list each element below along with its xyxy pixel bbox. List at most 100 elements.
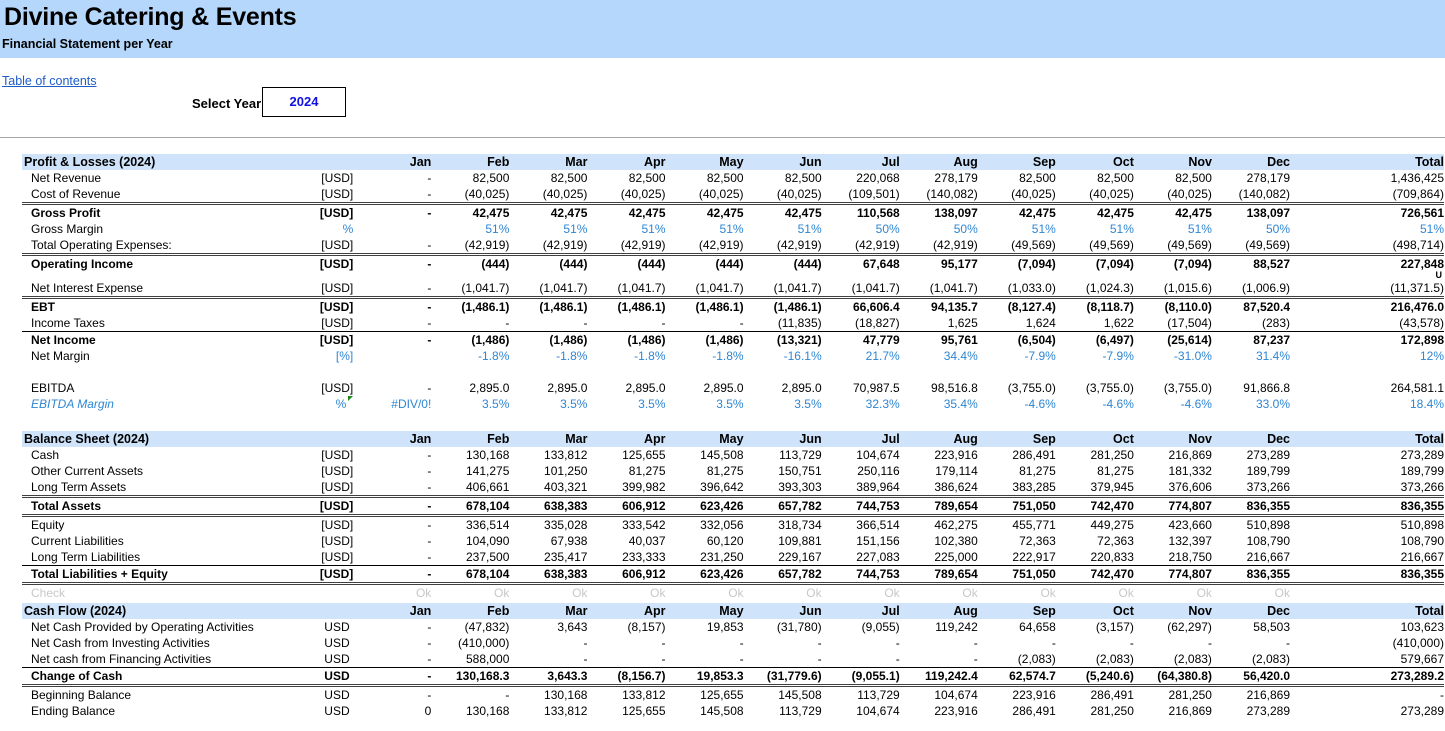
cell-value[interactable]: Ok — [1133, 582, 1212, 601]
cell-value[interactable]: 51% — [1134, 221, 1212, 237]
cell-value[interactable]: 67,938 — [509, 533, 588, 549]
cell-value[interactable]: 789,654 — [899, 565, 978, 584]
cell-value[interactable]: - — [353, 635, 431, 651]
cell-value[interactable]: 50% — [822, 221, 900, 237]
cell-value[interactable]: 42,475 — [665, 202, 744, 221]
cell-value[interactable]: 623,426 — [665, 565, 744, 584]
cell-value[interactable]: - — [353, 315, 431, 332]
cell-value[interactable]: - — [587, 635, 666, 651]
cell-value[interactable]: 130,168 — [431, 703, 509, 719]
cell-value[interactable]: 42,475 — [431, 202, 510, 221]
cell-value[interactable]: - — [509, 651, 587, 668]
cell-value[interactable]: 373,266 — [1212, 479, 1290, 497]
cell-value[interactable]: 104,674 — [822, 703, 899, 719]
cell-value[interactable]: 141,275 — [431, 463, 509, 479]
cell-value[interactable]: 130,168 — [509, 684, 588, 703]
cell-value[interactable]: 81,275 — [666, 463, 744, 479]
cell-value[interactable]: (31,780) — [744, 619, 822, 635]
cell-value[interactable]: 2,895.0 — [744, 380, 822, 396]
cell-value[interactable]: 21.7% — [822, 348, 900, 364]
cell-value[interactable]: (1,486.1) — [665, 296, 744, 315]
cell-value[interactable]: 125,655 — [587, 703, 665, 719]
cell-value[interactable]: Ok — [899, 582, 978, 601]
cell-value[interactable]: (47,832) — [431, 619, 510, 635]
cell-value[interactable]: (6,504) — [977, 331, 1056, 348]
cell-value[interactable]: (2,083) — [1056, 651, 1134, 668]
cell-total[interactable]: 273,289 — [1290, 447, 1444, 463]
cell-value[interactable]: 40,037 — [587, 533, 666, 549]
cell-value[interactable]: 42,475 — [587, 202, 666, 221]
cell-value[interactable]: 396,642 — [666, 479, 743, 497]
cell-value[interactable]: 216,869 — [1211, 684, 1290, 703]
cell-value[interactable]: (1,486) — [587, 331, 666, 348]
cell-value[interactable]: 125,655 — [665, 684, 744, 703]
cell-value[interactable]: 145,508 — [743, 684, 822, 703]
cell-value[interactable]: - — [900, 651, 978, 668]
cell-value[interactable]: 366,514 — [821, 514, 900, 533]
cell-value[interactable]: 19,853.3 — [665, 667, 744, 686]
cell-value[interactable]: -1.8% — [666, 348, 743, 364]
cell-value[interactable]: (11,835) — [744, 315, 822, 332]
cell-value[interactable]: - — [353, 237, 431, 255]
cell-value[interactable]: 0 — [353, 703, 432, 719]
cell-value[interactable]: 35.4% — [900, 396, 978, 412]
cell-value[interactable]: 138,097 — [1211, 202, 1290, 221]
cell-value[interactable]: - — [353, 651, 431, 668]
cell-value[interactable]: 72,363 — [978, 533, 1056, 549]
cell-value[interactable]: 389,964 — [822, 479, 899, 497]
cell-value[interactable]: - — [353, 495, 432, 516]
cell-value[interactable]: - — [353, 684, 432, 703]
cell-value[interactable]: (49,569) — [1134, 237, 1212, 255]
cell-value[interactable]: 119,242 — [900, 619, 978, 635]
cell-value[interactable]: - — [587, 315, 666, 332]
cell-value[interactable]: -4.6% — [1134, 396, 1212, 412]
cell-value[interactable]: - — [353, 533, 431, 549]
cell-value[interactable]: 751,050 — [977, 495, 1056, 516]
cell-value[interactable]: - — [353, 549, 431, 566]
cell-value[interactable]: 2,895.0 — [666, 380, 744, 396]
cell-value[interactable]: -7.9% — [1056, 348, 1134, 364]
cell-total[interactable]: 373,266 — [1290, 479, 1444, 497]
cell-value[interactable]: 455,771 — [977, 514, 1056, 533]
cell-value[interactable]: - — [353, 380, 431, 396]
cell-value[interactable]: 82,500 — [587, 170, 666, 186]
cell-value[interactable]: - — [353, 186, 431, 204]
cell-value[interactable]: 56,420.0 — [1211, 667, 1290, 686]
cell-value[interactable]: 678,104 — [431, 565, 510, 584]
cell-value[interactable]: 64,658 — [978, 619, 1056, 635]
cell-total[interactable]: - — [1290, 684, 1444, 703]
cell-value[interactable]: (13,321) — [743, 331, 822, 348]
cell-total[interactable]: 836,355 — [1290, 495, 1444, 516]
cell-value[interactable]: 3.5% — [509, 396, 587, 412]
cell-value[interactable]: (8,127.4) — [977, 296, 1056, 315]
cell-value[interactable]: - — [431, 315, 509, 332]
cell-value[interactable]: 133,812 — [509, 447, 587, 463]
cell-value[interactable]: 281,250 — [1056, 447, 1133, 463]
cell-value[interactable]: 82,500 — [431, 170, 510, 186]
cell-total[interactable]: 216,476.0 — [1290, 296, 1444, 315]
cell-total[interactable]: 216,667 — [1290, 549, 1444, 566]
cell-value[interactable]: - — [353, 514, 432, 533]
cell-value[interactable]: (1,041.7) — [666, 280, 744, 298]
cell-value[interactable]: 119,242.4 — [899, 667, 978, 686]
cell-value[interactable]: 462,275 — [899, 514, 978, 533]
cell-total[interactable]: 836,355 — [1290, 565, 1444, 584]
cell-value[interactable]: - — [666, 315, 744, 332]
cell-value[interactable]: 281,250 — [1056, 703, 1133, 719]
cell-value[interactable]: - — [744, 635, 822, 651]
cell-value[interactable]: 132,397 — [1134, 533, 1212, 549]
cell-value[interactable]: Ok — [353, 582, 432, 601]
cell-value[interactable]: Ok — [431, 582, 510, 601]
cell-value[interactable]: 449,275 — [1055, 514, 1134, 533]
cell-value[interactable]: (40,025) — [1056, 186, 1134, 204]
cell-value[interactable]: (444) — [587, 253, 666, 272]
cell-value[interactable]: 125,655 — [587, 447, 665, 463]
cell-value[interactable]: (49,569) — [1212, 237, 1290, 255]
cell-value[interactable]: 42,475 — [977, 202, 1056, 221]
cell-value[interactable]: Ok — [665, 582, 744, 601]
cell-value[interactable]: 218,750 — [1134, 549, 1212, 566]
cell-value[interactable]: Ok — [743, 582, 822, 601]
cell-value[interactable]: 81,275 — [1056, 463, 1134, 479]
cell-value[interactable]: - — [978, 635, 1056, 651]
cell-value[interactable]: (18,827) — [822, 315, 900, 332]
